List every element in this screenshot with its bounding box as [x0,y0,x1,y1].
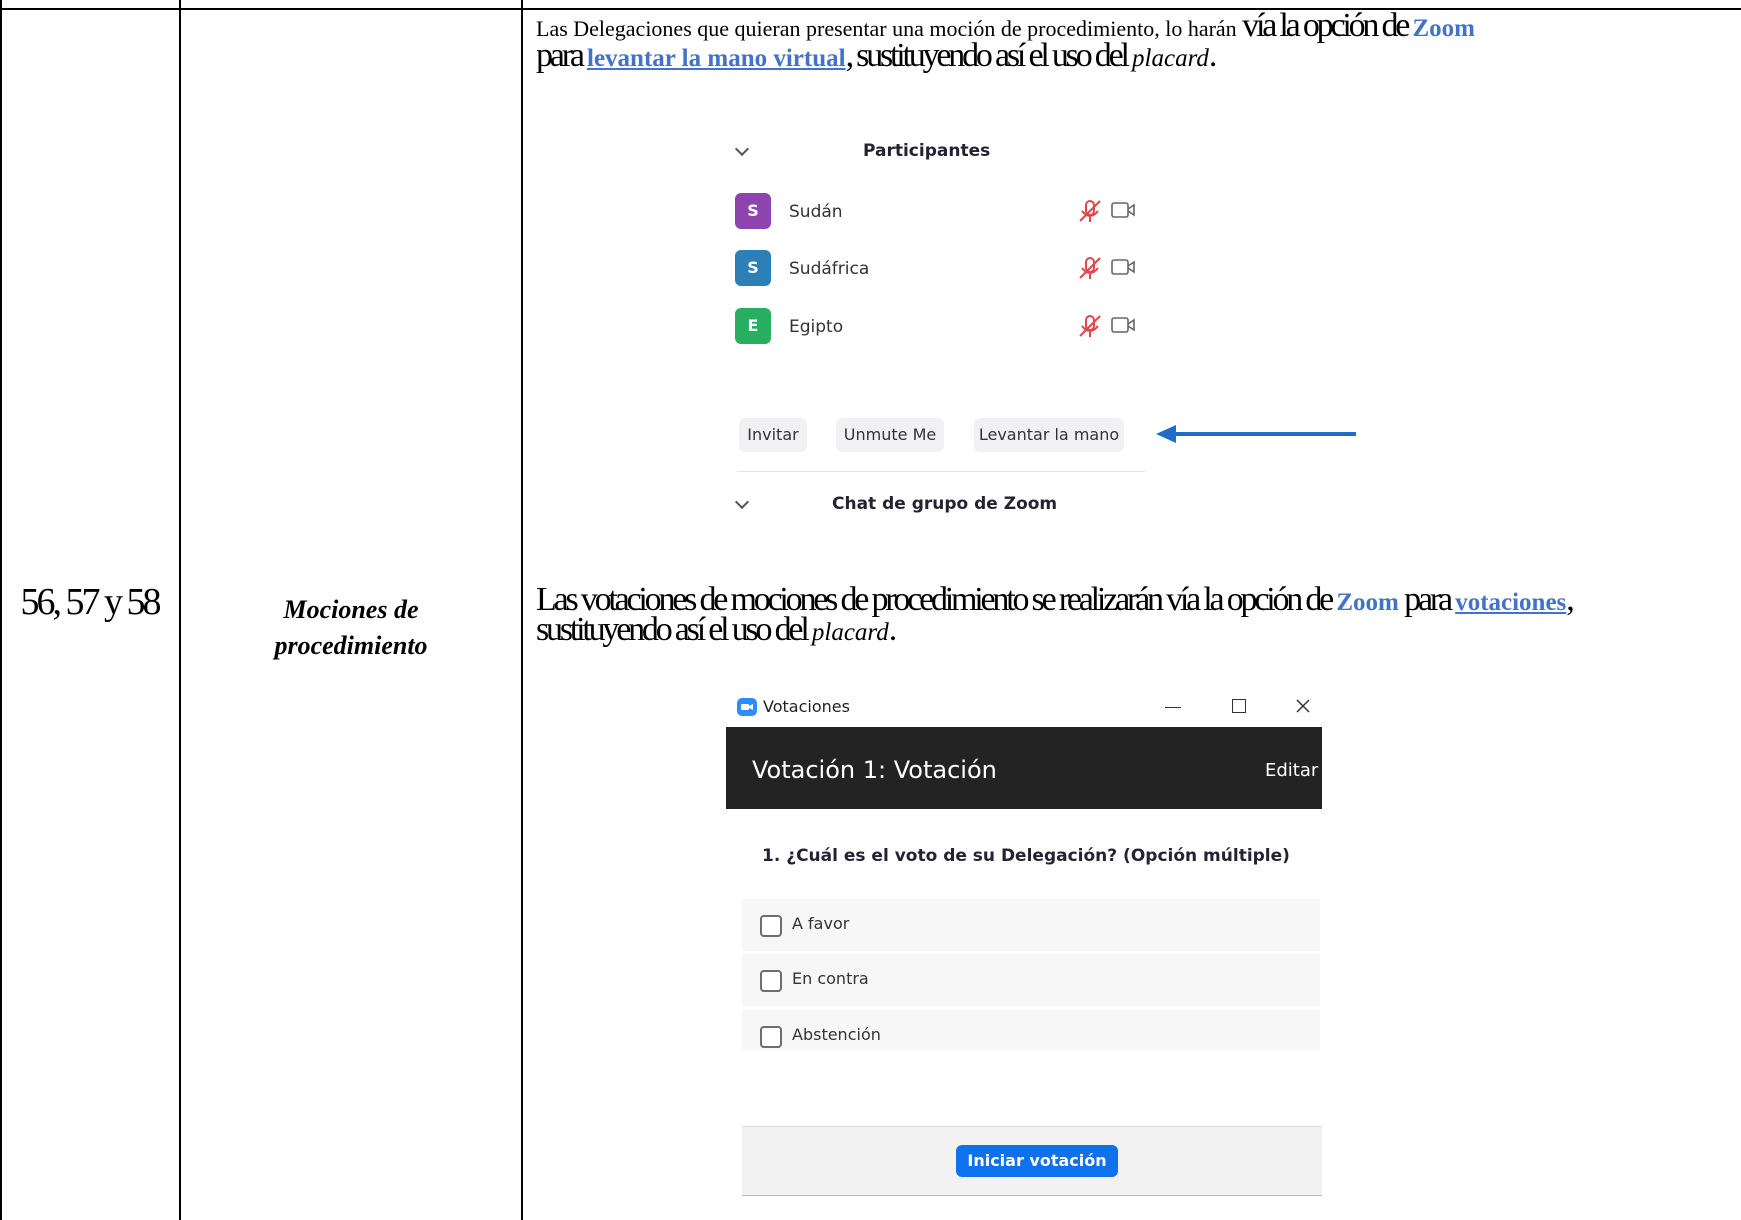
participant-name: Sudán [789,202,843,222]
avatar: S [735,193,771,229]
minimize-icon[interactable] [1165,707,1181,708]
topic-title-line2: procedimiento [274,631,428,660]
topic-cell: Mociones de procedimiento [181,10,521,1220]
poll-option[interactable]: En contra [742,954,1320,1006]
votes-link[interactable]: votaciones [1455,589,1566,616]
maximize-icon[interactable] [1232,699,1246,713]
video-camera-icon[interactable] [1110,257,1136,277]
topic-title-line1: Mociones de [283,595,419,624]
para2-zoom: Zoom [1336,589,1399,616]
panel-divider [737,471,1145,472]
window-title: Votaciones [763,697,850,716]
para1-text-3: para [536,37,588,74]
topic-title: Mociones de procedimiento [181,592,521,664]
zoom-app-icon [737,698,757,716]
para1-text-2: vía la opción de [1242,7,1413,44]
raise-hand-instructions: Las Delegaciones que quieran presentar u… [536,9,1716,74]
arrow-left-icon [1156,425,1356,443]
mic-off-icon[interactable] [1076,254,1104,282]
video-camera-icon[interactable] [1110,200,1136,220]
raise-hand-link[interactable]: levantar la mano virtual [587,45,846,72]
para1-text-4: , sustituyendo así el uso del [845,37,1133,74]
checkbox[interactable] [760,915,782,937]
start-poll-button[interactable]: Iniciar votación [956,1145,1118,1177]
video-camera-icon[interactable] [1110,315,1136,335]
voting-instructions: Las votaciones de mociones de procedimie… [536,583,1716,648]
para2-text-4: sustituyendo así el uso del [536,611,812,648]
participant-name: Egipto [789,317,844,337]
para2-placard: placard [811,619,889,646]
participant-name: Sudáfrica [789,259,870,279]
mic-off-icon[interactable] [1076,312,1104,340]
mic-off-icon[interactable] [1076,197,1104,225]
table-column-divider-2 [521,0,523,1220]
participants-title: Participantes [863,141,991,161]
option-label: A favor [792,914,850,933]
para2-end: . [888,611,898,648]
para1-end: . [1208,37,1218,74]
avatar: S [735,250,771,286]
option-label: En contra [792,969,869,988]
para2-text-3: , [1566,581,1575,618]
group-chat-title: Chat de grupo de Zoom [832,494,1058,514]
invite-button[interactable]: Invitar [739,418,807,452]
poll-option[interactable]: A favor [742,899,1320,951]
articles-cell: 56, 57 y 58 [0,10,179,1220]
para2-text-2: para [1398,581,1456,618]
chevron-down-icon[interactable] [734,494,750,510]
poll-title: Votación 1: Votación [752,756,997,784]
avatar: E [735,308,771,344]
close-icon[interactable] [1296,699,1310,713]
poll-question: 1. ¿Cuál es el voto de su Delegación? (O… [762,846,1290,866]
checkbox[interactable] [760,970,782,992]
edit-button[interactable]: Editar [1265,760,1318,781]
chevron-down-icon[interactable] [734,141,750,157]
para1-zoom: Zoom [1412,15,1475,42]
raise-hand-button[interactable]: Levantar la mano [974,418,1124,452]
articles-number: 56, 57 y 58 [20,581,162,623]
poll-option[interactable]: Abstención [742,1010,1320,1050]
para1-placard: placard [1132,45,1209,72]
checkbox[interactable] [760,1026,782,1048]
unmute-button[interactable]: Unmute Me [836,418,944,452]
option-label: Abstención [792,1025,881,1044]
